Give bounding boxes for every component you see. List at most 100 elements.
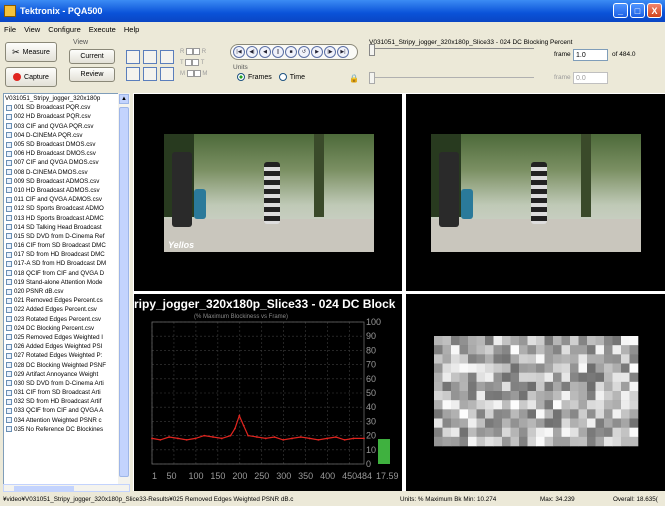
- list-item[interactable]: 029 Artifact Annoyance Weight: [4, 370, 129, 379]
- filelist-scrollbar[interactable]: ▲: [118, 93, 130, 486]
- channel-r2-checkbox[interactable]: [193, 48, 201, 55]
- close-button[interactable]: X: [647, 3, 662, 18]
- map-block: [536, 381, 545, 392]
- filelist-hscroll[interactable]: [3, 484, 130, 492]
- list-item[interactable]: 016 CIF from SD Broadcast DMC: [4, 241, 129, 250]
- play-icon[interactable]: ▶: [311, 46, 323, 58]
- map-block: [459, 372, 469, 383]
- list-item[interactable]: 008 D-CINEMA DMOS.csv: [4, 168, 129, 177]
- list-item[interactable]: 027 Rotated Edges Weighted P:: [4, 351, 129, 360]
- go-to-start-icon[interactable]: |◀: [233, 46, 245, 58]
- list-item[interactable]: 034 Attention Weighted PSNR c: [4, 416, 129, 425]
- list-item[interactable]: 032 SD from HD Broadcast Artif: [4, 397, 129, 406]
- list-item[interactable]: 002 HD Broadcast PQR.csv: [4, 112, 129, 121]
- frame2-input[interactable]: 0.0: [573, 72, 608, 84]
- data-point: [220, 437, 223, 440]
- hscroll-thumb[interactable]: [14, 486, 74, 491]
- channel-r-checkbox[interactable]: [186, 48, 194, 55]
- view-test-icon[interactable]: [143, 67, 157, 81]
- csv-file-icon: [6, 288, 12, 295]
- view-ref-icon[interactable]: [126, 67, 140, 81]
- list-item[interactable]: 003 CIF and QVGA PQR.csv: [4, 122, 129, 131]
- frame-slider-track[interactable]: [369, 48, 534, 49]
- map-block: [459, 363, 469, 373]
- map-block: [604, 418, 613, 428]
- view-map-icon[interactable]: [160, 67, 174, 81]
- map-block: [451, 363, 460, 373]
- list-item[interactable]: 017-A SD from HD Broadcast DM: [4, 259, 129, 268]
- list-item[interactable]: 004 D-CINEMA PQR.csv: [4, 131, 129, 140]
- pause-icon[interactable]: ||: [272, 46, 284, 58]
- frame-slider-thumb[interactable]: [369, 44, 375, 56]
- review-button[interactable]: Review: [69, 67, 115, 82]
- list-item[interactable]: 011 CIF and QVGA ADMOS.csv: [4, 195, 129, 204]
- map-block: [553, 336, 562, 346]
- minimize-button[interactable]: _: [613, 3, 628, 18]
- loop-icon[interactable]: ↺: [298, 46, 310, 58]
- filelist-header[interactable]: V031051_Stripy_jogger_320x180p: [4, 94, 129, 103]
- list-item-label: 021 Removed Edges Percent.cs: [14, 297, 103, 305]
- list-item[interactable]: 024 DC Blocking Percent.csv: [4, 324, 129, 333]
- frame-input[interactable]: 1.0: [573, 49, 608, 61]
- list-item[interactable]: 035 No Reference DC Blockines: [4, 425, 129, 434]
- maximize-button[interactable]: □: [630, 3, 645, 18]
- list-item[interactable]: 001 SD Broadcast PQR.csv: [4, 103, 129, 112]
- layout-split-icon[interactable]: [160, 50, 174, 64]
- scroll-thumb[interactable]: [119, 107, 129, 477]
- channel-t-label: T: [180, 60, 184, 67]
- frame2-slider-track[interactable]: [369, 77, 534, 78]
- list-item[interactable]: 009 SD Broadcast ADMOS.csv: [4, 177, 129, 186]
- current-button[interactable]: Current: [69, 49, 115, 64]
- menu-help[interactable]: Help: [124, 25, 139, 34]
- channel-m-checkbox[interactable]: [186, 70, 194, 77]
- list-item[interactable]: 026 Added Edges Weighted PSI: [4, 342, 129, 351]
- list-item[interactable]: 020 PSNR dB.csv: [4, 287, 129, 296]
- list-item[interactable]: 025 Removed Edges Weighted I: [4, 333, 129, 342]
- list-item[interactable]: 033 QCIF from CIF and QVGA A: [4, 406, 129, 415]
- step-forward-icon[interactable]: |▶: [324, 46, 336, 58]
- list-item[interactable]: 013 HD Sports Broadcast ADMC: [4, 213, 129, 222]
- list-item[interactable]: 017 SD from HD Broadcast DMC: [4, 250, 129, 259]
- list-item[interactable]: 018 QCIF from CIF and QVGA D: [4, 269, 129, 278]
- list-item[interactable]: 028 DC Blocking Weighted PSNF: [4, 360, 129, 369]
- map-block: [434, 418, 443, 428]
- map-block: [510, 345, 520, 355]
- lock-icon[interactable]: 🔒: [349, 74, 359, 83]
- channel-t2-checkbox[interactable]: [192, 59, 200, 66]
- frame2-slider-thumb[interactable]: [369, 72, 375, 84]
- stop-icon[interactable]: ■: [285, 46, 297, 58]
- list-item[interactable]: 014 SD Talking Head Broadcast: [4, 223, 129, 232]
- menu-configure[interactable]: Configure: [48, 25, 81, 34]
- list-item[interactable]: 012 SD Sports Broadcast ADMO: [4, 204, 129, 213]
- menu-file[interactable]: File: [4, 25, 16, 34]
- list-item[interactable]: 010 HD Broadcast ADMOS.csv: [4, 186, 129, 195]
- layout-quad-icon[interactable]: [143, 50, 157, 64]
- map-block: [459, 436, 469, 447]
- list-item-label: 029 Artifact Annoyance Weight: [14, 370, 99, 378]
- list-item[interactable]: 007 CIF and QVGA DMOS.csv: [4, 158, 129, 167]
- list-item[interactable]: 031 CIF from SD Broadcast Arti: [4, 388, 129, 397]
- step-back-icon[interactable]: ◀|: [246, 46, 258, 58]
- menu-view[interactable]: View: [24, 25, 40, 34]
- list-item[interactable]: 023 Rotated Edges Percent.csv: [4, 315, 129, 324]
- list-item[interactable]: 005 SD Broadcast DMOS.csv: [4, 140, 129, 149]
- scroll-up-icon[interactable]: ▲: [119, 94, 129, 104]
- channel-m2-checkbox[interactable]: [193, 70, 201, 77]
- list-item[interactable]: 030 SD DVD from D-Cinema Arti: [4, 379, 129, 388]
- list-item[interactable]: 019 Stand-alone Attention Mode: [4, 278, 129, 287]
- map-block: [578, 372, 588, 383]
- go-to-end-icon[interactable]: ▶|: [337, 46, 349, 58]
- measure-button[interactable]: ✂ Measure: [5, 42, 57, 62]
- frames-radio[interactable]: [237, 73, 245, 81]
- list-item[interactable]: 015 SD DVD from D-Cinema Ref: [4, 232, 129, 241]
- capture-button[interactable]: Capture: [5, 67, 57, 87]
- play-reverse-icon[interactable]: ◀: [259, 46, 271, 58]
- list-item[interactable]: 022 Added Edges Percent.csv: [4, 305, 129, 314]
- time-radio[interactable]: [278, 73, 287, 81]
- data-point: [326, 437, 329, 440]
- menu-execute[interactable]: Execute: [89, 25, 116, 34]
- list-item[interactable]: 021 Removed Edges Percent.cs: [4, 296, 129, 305]
- layout-single-icon[interactable]: [126, 50, 140, 64]
- list-item[interactable]: 006 HD Broadcast DMOS.csv: [4, 149, 129, 158]
- channel-t-checkbox[interactable]: [185, 59, 193, 66]
